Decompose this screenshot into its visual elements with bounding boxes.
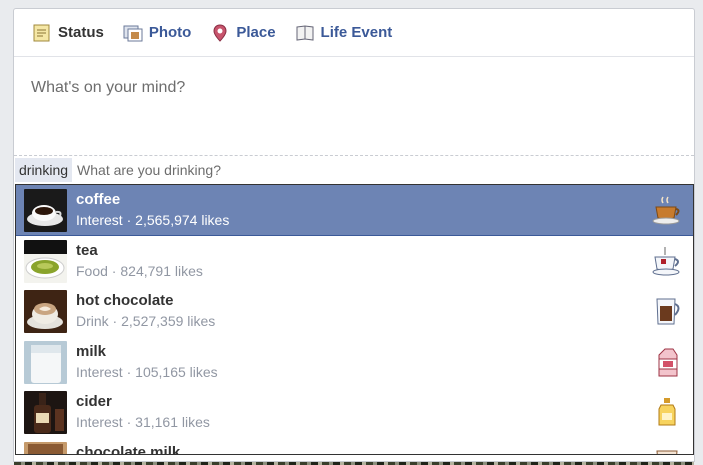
chocolate-milk-thumbnail	[24, 441, 67, 454]
suggestion-category: Drink	[76, 313, 109, 329]
tab-life-event[interactable]: Life Event	[295, 23, 393, 43]
suggestion-likes: 31,161 likes	[135, 414, 210, 430]
drink-icon	[651, 447, 683, 454]
suggestion-likes: 824,791 likes	[120, 262, 203, 279]
tea-thumbnail	[24, 239, 67, 283]
coffee-cup-icon	[651, 194, 683, 226]
cider-thumbnail	[24, 391, 67, 434]
suggestion-item[interactable]: chocolate milk	[16, 438, 693, 455]
milk-carton-icon	[651, 346, 683, 378]
suggestion-item[interactable]: cider Interest · 31,161 likes	[16, 387, 693, 438]
suggestion-category: Food	[76, 262, 108, 279]
photo-icon	[123, 23, 143, 43]
suggestion-name: cider	[76, 393, 112, 410]
tab-status-label: Status	[58, 24, 104, 41]
suggestion-likes: 2,565,974 likes	[135, 212, 230, 228]
tab-place-label: Place	[236, 24, 276, 41]
suggestion-likes: 2,527,359 likes	[121, 313, 216, 329]
composer-tabs: Status Photo Place Life Event	[14, 9, 694, 57]
suggestion-dropdown: coffee Interest · 2,565,974 likes tea Fo…	[15, 184, 694, 455]
activity-tag[interactable]: drinking	[15, 158, 73, 182]
suggestion-meta: Food · 824,791 likes	[76, 262, 203, 279]
tab-place[interactable]: Place	[210, 23, 276, 43]
status-icon	[32, 23, 52, 43]
suggestion-name: coffee	[76, 191, 121, 208]
tab-life-event-label: Life Event	[320, 24, 393, 41]
suggestion-name: chocolate milk	[76, 443, 181, 455]
hot-chocolate-thumbnail	[24, 290, 67, 333]
suggestion-category: Interest	[76, 363, 123, 380]
activity-row: drinking	[14, 156, 694, 184]
coffee-thumbnail	[24, 189, 67, 232]
mug-icon	[651, 295, 683, 327]
teacup-icon	[651, 245, 683, 277]
suggestion-name: tea	[76, 241, 98, 259]
suggestion-meta: Interest · 2,565,974 likes	[76, 212, 230, 228]
suggestion-category: Interest	[76, 212, 123, 228]
tab-photo-label: Photo	[148, 24, 192, 41]
suggestion-likes: 105,165 likes	[135, 363, 218, 380]
milk-thumbnail	[24, 340, 67, 384]
suggestion-item[interactable]: tea Food · 824,791 likes	[16, 236, 693, 287]
suggestion-meta: Interest · 31,161 likes	[76, 414, 210, 430]
suggestion-name: hot chocolate	[76, 292, 174, 309]
suggestion-item[interactable]: milk Interest · 105,165 likes	[16, 337, 693, 388]
activity-input[interactable]	[77, 162, 478, 178]
status-textarea[interactable]: What's on your mind?	[14, 57, 694, 156]
status-composer: Status Photo Place Life Event What's on …	[13, 8, 695, 462]
suggestion-item[interactable]: coffee Interest · 2,565,974 likes	[16, 185, 693, 236]
bottle-icon	[651, 396, 683, 428]
suggestion-meta: Interest · 105,165 likes	[76, 363, 218, 380]
life-event-icon	[295, 23, 315, 43]
place-icon	[210, 23, 230, 43]
suggestion-item[interactable]: hot chocolate Drink · 2,527,359 likes	[16, 286, 693, 337]
suggestion-name: milk	[76, 342, 107, 360]
tab-photo[interactable]: Photo	[123, 23, 192, 43]
tab-status[interactable]: Status	[32, 23, 104, 43]
suggestion-category: Interest	[76, 414, 123, 430]
suggestion-meta: Drink · 2,527,359 likes	[76, 313, 216, 329]
